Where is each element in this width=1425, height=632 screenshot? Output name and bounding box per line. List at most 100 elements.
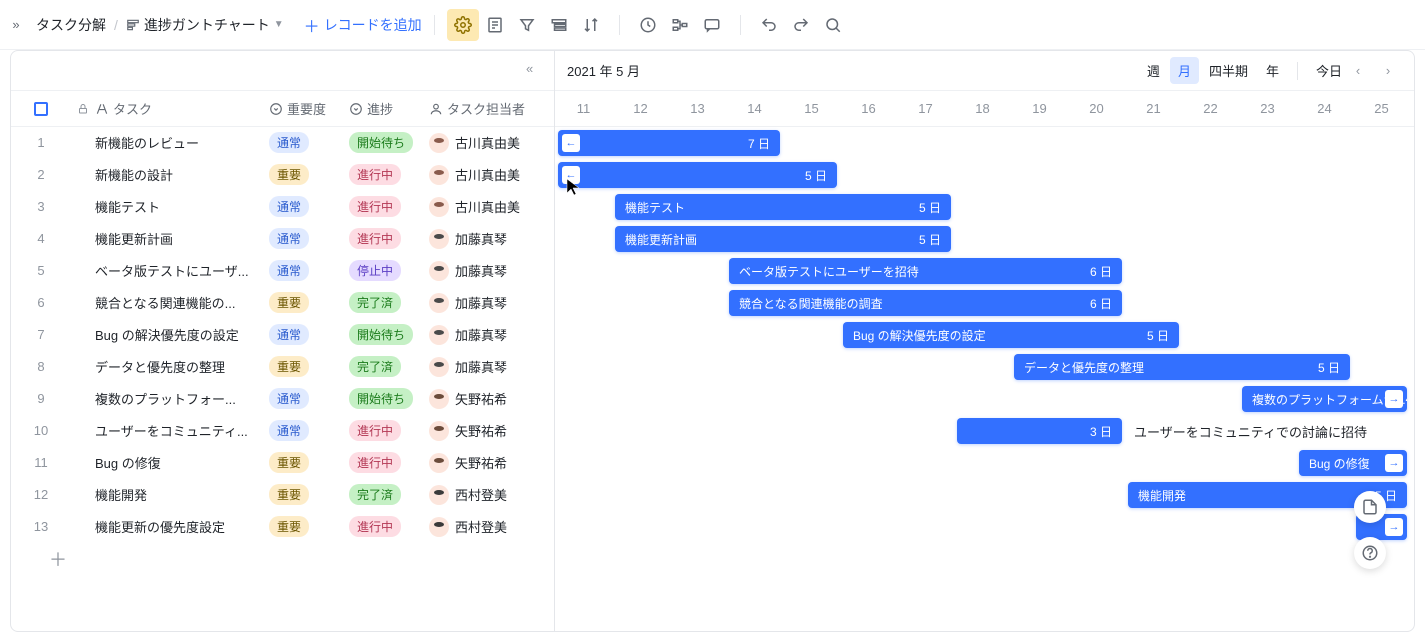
task-cell[interactable]: Bug の解決優先度の設定 [95, 325, 269, 344]
priority-cell[interactable]: 重要 [269, 164, 349, 185]
redo-button[interactable] [785, 9, 817, 41]
assignee-cell[interactable]: 矢野祐希 [429, 453, 539, 473]
progress-cell[interactable]: 完了済 [349, 484, 429, 505]
search-button[interactable] [817, 9, 849, 41]
table-row[interactable]: 5ベータ版テストにユーザ...通常停止中加藤真琴 [11, 255, 554, 287]
gantt-bar[interactable]: 機能テスト5 日 [615, 194, 951, 220]
task-cell[interactable]: データと優先度の整理 [95, 357, 269, 376]
priority-cell[interactable]: 重要 [269, 356, 349, 377]
task-cell[interactable]: 機能テスト [95, 197, 269, 216]
assignee-cell[interactable]: 矢野祐希 [429, 421, 539, 441]
progress-cell[interactable]: 進行中 [349, 452, 429, 473]
task-cell[interactable]: 新機能の設計 [95, 165, 269, 184]
priority-cell[interactable]: 通常 [269, 260, 349, 281]
progress-cell[interactable]: 開始待ち [349, 388, 429, 409]
table-row[interactable]: 6競合となる関連機能の...重要完了済加藤真琴 [11, 287, 554, 319]
assignee-cell[interactable]: 西村登美 [429, 485, 539, 505]
expand-sidebar-icon[interactable]: » [8, 17, 24, 33]
table-row[interactable]: 12機能開発重要完了済西村登美 [11, 479, 554, 511]
scale-week[interactable]: 週 [1139, 57, 1168, 84]
task-cell[interactable]: 新機能のレビュー [95, 133, 269, 152]
table-row[interactable]: 9複数のプラットフォー...通常開始待ち矢野祐希 [11, 383, 554, 415]
table-row[interactable]: 3機能テスト通常進行中古川真由美 [11, 191, 554, 223]
assignee-cell[interactable]: 西村登美 [429, 517, 539, 537]
progress-cell[interactable]: 進行中 [349, 164, 429, 185]
scale-year[interactable]: 年 [1258, 57, 1287, 84]
priority-cell[interactable]: 通常 [269, 132, 349, 153]
assignee-cell[interactable]: 矢野祐希 [429, 389, 539, 409]
priority-cell[interactable]: 通常 [269, 324, 349, 345]
collapse-panel-button[interactable]: « [526, 61, 546, 81]
task-cell[interactable]: 機能更新計画 [95, 229, 269, 248]
settings-button[interactable] [447, 9, 479, 41]
select-all-checkbox[interactable] [34, 102, 48, 116]
gantt-bar[interactable]: ←5 日 [558, 162, 837, 188]
assignee-cell[interactable]: 加藤真琴 [429, 325, 539, 345]
group-button[interactable] [543, 9, 575, 41]
gantt-bar[interactable]: 3 日 [957, 418, 1122, 444]
table-row[interactable]: 7Bug の解決優先度の設定通常開始待ち加藤真琴 [11, 319, 554, 351]
breadcrumb-view[interactable]: 進捗ガントチャート ▼ [126, 15, 284, 35]
prev-button[interactable]: ‹ [1344, 57, 1372, 85]
gantt-bar[interactable]: ←7 日 [558, 130, 780, 156]
priority-cell[interactable]: 重要 [269, 484, 349, 505]
assignee-cell[interactable]: 古川真由美 [429, 165, 539, 185]
progress-cell[interactable]: 進行中 [349, 516, 429, 537]
progress-cell[interactable]: 進行中 [349, 228, 429, 249]
table-row[interactable]: 4機能更新計画通常進行中加藤真琴 [11, 223, 554, 255]
next-button[interactable]: › [1374, 57, 1402, 85]
priority-cell[interactable]: 重要 [269, 516, 349, 537]
progress-cell[interactable]: 停止中 [349, 260, 429, 281]
assignee-cell[interactable]: 加藤真琴 [429, 229, 539, 249]
sort-button[interactable] [575, 9, 607, 41]
progress-cell[interactable]: 開始待ち [349, 324, 429, 345]
gantt-body[interactable]: ←7 日 ←5 日機能テスト5 日機能更新計画5 日ベータ版テストにユーザーを招待… [555, 127, 1414, 631]
today-button[interactable]: 今日 [1316, 61, 1342, 80]
assignee-cell[interactable]: 加藤真琴 [429, 357, 539, 377]
progress-cell[interactable]: 進行中 [349, 420, 429, 441]
priority-cell[interactable]: 通常 [269, 388, 349, 409]
priority-cell[interactable]: 通常 [269, 228, 349, 249]
help-float-button[interactable] [1354, 537, 1386, 569]
table-row[interactable]: 11Bug の修復重要進行中矢野祐希 [11, 447, 554, 479]
progress-cell[interactable]: 完了済 [349, 292, 429, 313]
scale-month[interactable]: 月 [1170, 57, 1199, 84]
task-cell[interactable]: 機能開発 [95, 485, 269, 504]
priority-cell[interactable]: 通常 [269, 196, 349, 217]
assignee-cell[interactable]: 加藤真琴 [429, 261, 539, 281]
gantt-bar[interactable]: 複数のプラットフォームか...4...→ [1242, 386, 1407, 412]
table-row[interactable]: 8データと優先度の整理重要完了済加藤真琴 [11, 351, 554, 383]
progress-cell[interactable]: 完了済 [349, 356, 429, 377]
priority-cell[interactable]: 通常 [269, 420, 349, 441]
table-row[interactable]: 10ユーザーをコミュニティ...通常進行中矢野祐希 [11, 415, 554, 447]
gantt-bar[interactable]: 競合となる関連機能の調査6 日 [729, 290, 1122, 316]
gantt-bar[interactable]: ベータ版テストにユーザーを招待6 日 [729, 258, 1122, 284]
task-cell[interactable]: 複数のプラットフォー... [95, 389, 269, 408]
doc-float-button[interactable] [1354, 491, 1386, 523]
task-cell[interactable]: ベータ版テストにユーザ... [95, 261, 269, 280]
breadcrumb-root[interactable]: タスク分解 [36, 15, 106, 35]
add-row-button[interactable]: ＋ [11, 543, 554, 575]
scale-quarter[interactable]: 四半期 [1201, 57, 1256, 84]
priority-cell[interactable]: 重要 [269, 292, 349, 313]
gantt-bar[interactable]: Bug の解決優先度の設定5 日 [843, 322, 1179, 348]
add-record-button[interactable]: ＋ レコードを追加 [304, 13, 422, 37]
form-button[interactable] [479, 9, 511, 41]
task-cell[interactable]: Bug の修復 [95, 453, 269, 472]
chat-button[interactable] [696, 9, 728, 41]
priority-cell[interactable]: 重要 [269, 452, 349, 473]
clock-button[interactable] [632, 9, 664, 41]
table-row[interactable]: 2新機能の設計重要進行中古川真由美 [11, 159, 554, 191]
progress-cell[interactable]: 開始待ち [349, 132, 429, 153]
task-cell[interactable]: 競合となる関連機能の... [95, 293, 269, 312]
assignee-cell[interactable]: 古川真由美 [429, 133, 539, 153]
task-cell[interactable]: ユーザーをコミュニティ... [95, 421, 269, 440]
assignee-cell[interactable]: 古川真由美 [429, 197, 539, 217]
table-row[interactable]: 1新機能のレビュー通常開始待ち古川真由美 [11, 127, 554, 159]
assignee-cell[interactable]: 加藤真琴 [429, 293, 539, 313]
gantt-bar[interactable]: データと優先度の整理5 日 [1014, 354, 1350, 380]
undo-button[interactable] [753, 9, 785, 41]
task-cell[interactable]: 機能更新の優先度設定 [95, 517, 269, 536]
gantt-bar[interactable]: 機能更新計画5 日 [615, 226, 951, 252]
dependency-button[interactable] [664, 9, 696, 41]
